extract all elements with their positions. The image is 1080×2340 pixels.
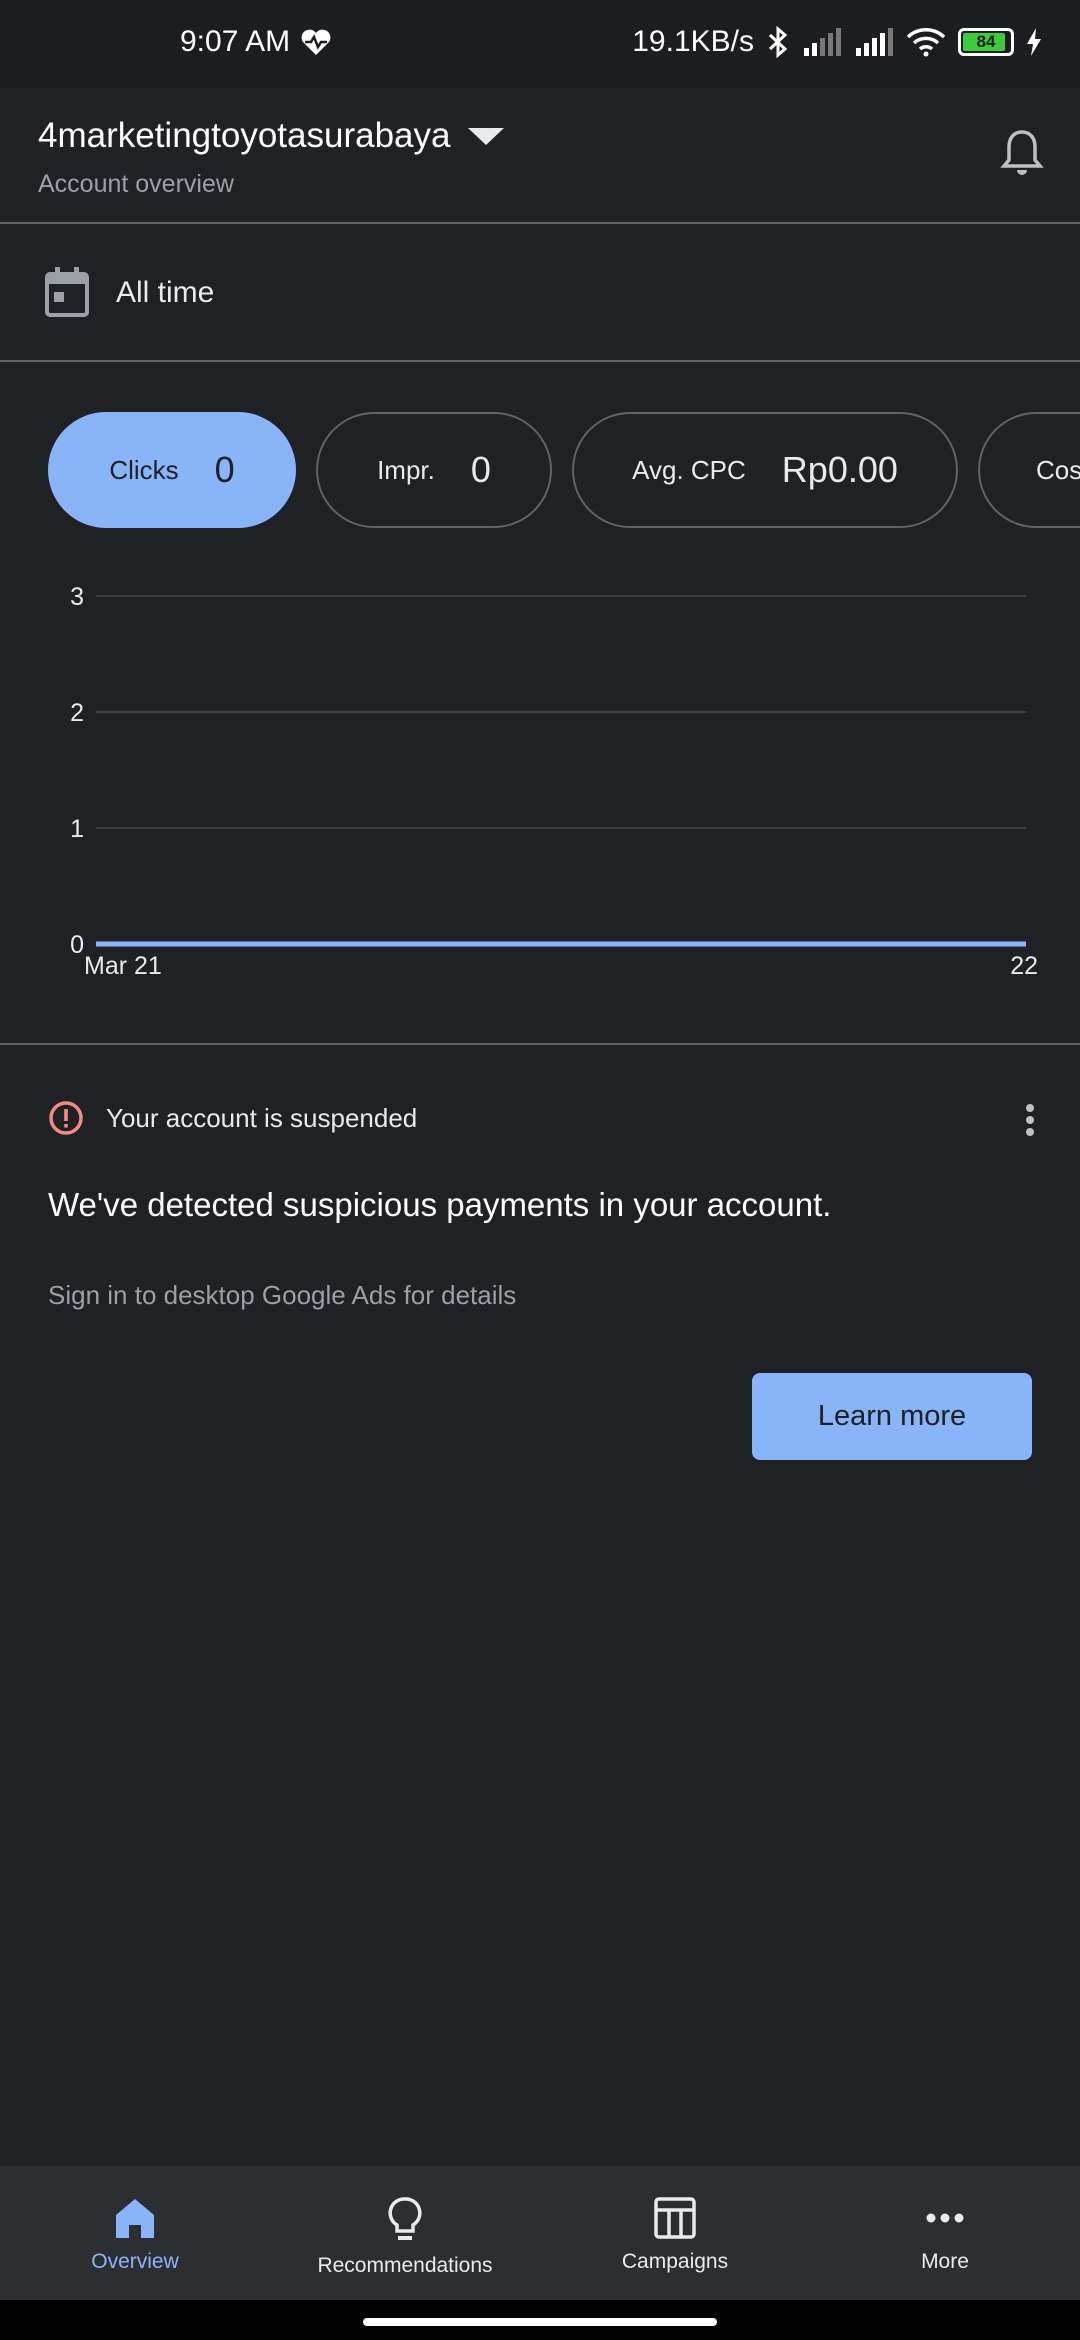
y-tick-label: 2 [70,699,84,727]
nav-label: Recommendations [317,2254,493,2277]
status-icons: 19.1KB/s 84 [632,25,1042,59]
chip-label: Clicks [109,454,179,485]
nav-item-overview[interactable]: Overview [0,2166,270,2300]
clicks-chart: 0 1 2 3 Mar 21 22 [70,583,1038,980]
network-speed: 19.1KB/s [632,25,754,58]
status-bar: 9:07 AM 19.1KB/s 84 [0,0,1080,88]
chip-value: 0 [470,449,491,490]
chip-cost[interactable]: Cost [978,412,1080,528]
chip-clicks[interactable]: Clicks 0 [48,412,296,528]
date-range-selector[interactable]: All time [0,226,1080,362]
chip-avg-cpc[interactable]: Avg. CPC Rp0.00 [572,412,958,528]
status-time-group: 9:07 AM [180,25,332,59]
learn-more-button[interactable]: Learn more [752,1373,1032,1460]
chip-value: Rp0.00 [781,449,898,490]
battery-icon: 84 [958,28,1014,56]
chip-label: Cost [1036,454,1080,485]
signal-icon [804,28,841,56]
chip-impressions[interactable]: Impr. 0 [316,412,552,528]
section-divider [0,1043,1080,1045]
app-header: 4marketingtoyotasurabaya Account overvie… [0,88,1080,224]
signal-icon [856,28,893,56]
date-range-label: All time [116,276,215,309]
nav-label: More [921,2250,969,2273]
chip-label: Impr. [377,454,435,485]
bottom-navigation: Overview Recommendations Campaigns More [0,2166,1080,2300]
metric-chips: Clicks 0 Impr. 0 Avg. CPC Rp0.00 Cost [0,412,1080,530]
calendar-icon [45,267,89,317]
dropdown-arrow-icon [468,128,505,145]
heart-pulse-icon [301,29,331,55]
account-name: 4marketingtoyotasurabaya [38,116,451,155]
nav-item-recommendations[interactable]: Recommendations [270,2166,540,2300]
nav-item-more[interactable]: More [810,2166,1080,2300]
charging-icon [1027,28,1041,56]
y-tick-label: 0 [70,931,84,959]
lightbulb-icon [388,2197,422,2240]
alert-headline: We've detected suspicious payments in yo… [48,1186,832,1223]
alert-details: Sign in to desktop Google Ads for detail… [48,1280,517,1310]
alert-circle-icon [49,1101,83,1135]
x-tick-label: 22 [1010,952,1038,980]
gesture-bar-area [0,2300,1080,2340]
alert-status-row: Your account is suspended [48,1100,417,1136]
chip-value: 0 [214,449,235,490]
alert-status-text: Your account is suspended [106,1102,418,1133]
y-tick-label: 3 [70,583,84,611]
y-tick-label: 1 [70,815,84,843]
account-selector[interactable]: 4marketingtoyotasurabaya [38,116,505,156]
home-icon [116,2199,154,2238]
chip-label: Avg. CPC [632,454,746,485]
battery-level: 84 [976,32,996,51]
nav-item-campaigns[interactable]: Campaigns [540,2166,810,2300]
campaigns-icon [654,2197,696,2239]
bell-icon[interactable] [1000,128,1044,178]
status-time: 9:07 AM [180,25,291,58]
more-horizontal-icon [926,2213,964,2223]
x-tick-label: Mar 21 [84,952,162,980]
more-vertical-icon[interactable] [1020,1100,1040,1140]
wifi-icon [906,28,946,57]
nav-label: Overview [91,2250,179,2273]
page-subtitle: Account overview [38,170,234,198]
bluetooth-icon [768,26,788,58]
nav-label: Campaigns [621,2250,729,2273]
home-gesture-bar[interactable] [363,2318,717,2326]
